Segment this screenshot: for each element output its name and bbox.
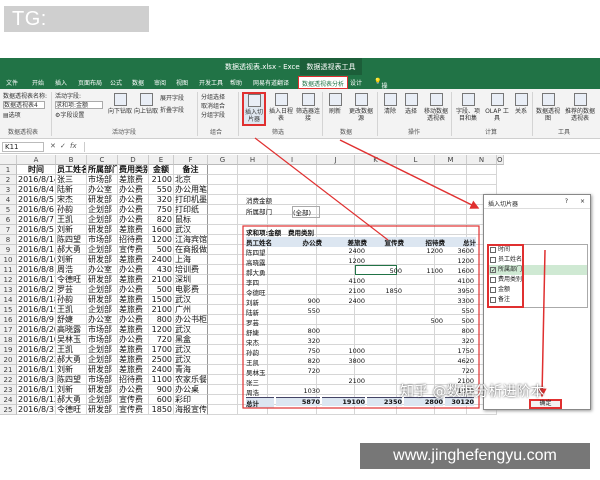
watermark-url: www.jinghefengyu.com — [360, 443, 590, 469]
watermark-zhihu: 知乎 @数据分析进阶本 — [400, 384, 545, 400]
arrow-to-ok — [537, 249, 547, 398]
arrow-to-dialog — [339, 139, 480, 209]
annotation-arrows — [242, 137, 547, 409]
